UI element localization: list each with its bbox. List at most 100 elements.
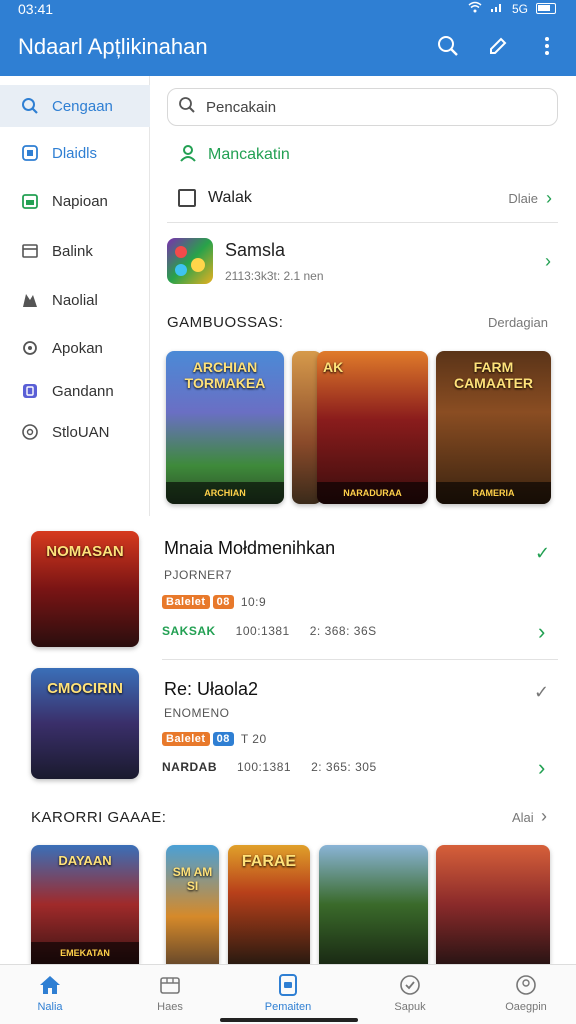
filter-label: Walak	[208, 189, 252, 206]
game-meta-2: 2: 368: 36S	[309, 624, 377, 638]
more-vert-icon[interactable]	[533, 32, 561, 60]
game-card[interactable]: AK NARADURAA	[317, 351, 428, 504]
game-meta-2: 2: 365: 305	[311, 760, 377, 774]
sidebar-item-label: Naolial	[52, 291, 98, 309]
nav-item-nalia[interactable]: Nalia	[10, 973, 90, 1013]
check-icon[interactable]: ✓	[534, 682, 549, 703]
sidebar-item-balink[interactable]: Balink	[0, 230, 150, 272]
game-card-title: FARM CAMAATER	[453, 359, 534, 391]
game-title[interactable]: Re: Ułaola2	[164, 679, 258, 700]
game-code: PJORNER7	[164, 568, 233, 582]
game-label: SAKSAK	[162, 624, 216, 638]
home-icon	[38, 973, 62, 997]
game-thumb-title: NOMASAN	[46, 543, 124, 560]
sidebar-item-naolial[interactable]: Naolial	[0, 279, 150, 321]
nav-item-pemaiten[interactable]: Pemaiten	[248, 973, 328, 1013]
chevron-right-icon[interactable]: ›	[538, 755, 545, 781]
chevron-right-icon: ›	[546, 187, 552, 208]
sidebar-item-label: Dlaidls	[52, 144, 98, 162]
game-badges: Balelet 08 T 20	[162, 732, 267, 746]
user-row[interactable]: Mancakatin	[178, 142, 569, 168]
check-icon[interactable]: ✓	[535, 543, 550, 564]
nav-label: Oaegpin	[505, 1001, 547, 1013]
person-icon	[178, 143, 198, 168]
featured-app-subtitle: 2113:3k3t: 2.1 nen	[225, 268, 324, 283]
chevron-right-icon: ›	[541, 806, 547, 826]
apps-icon	[20, 143, 40, 163]
search-input[interactable]: Pencakain	[206, 99, 276, 116]
featured-app-row[interactable]: Samsla 2113:3k3t: 2.1 nen ›	[167, 236, 551, 286]
game-title[interactable]: Mnaia Mołdmenihkan	[164, 538, 335, 559]
tablet-icon	[276, 973, 300, 997]
sidebar-item-label: Napioan	[52, 192, 108, 210]
nav-label: Sapuk	[394, 1001, 426, 1013]
game-count: 10:9	[240, 595, 267, 609]
search-icon[interactable]	[434, 32, 462, 60]
sidebar-item-cengaan[interactable]: Cengaan	[0, 85, 150, 127]
game-card[interactable]: ARCHIAN TORMAKEA ARCHIAN	[166, 351, 284, 504]
app-bar: Ndaarl Apțlikinahan	[0, 20, 576, 76]
game-thumbnail[interactable]: NOMASAN	[31, 531, 139, 647]
gear-icon	[20, 338, 40, 358]
app-title: Ndaarl Apțlikinahan	[18, 34, 208, 59]
sidebar-item-label: StloUAN	[52, 423, 110, 441]
search-bar[interactable]: Pencakain	[167, 88, 558, 126]
featured-app-text: Samsla 2113:3k3t: 2.1 nen	[225, 240, 324, 283]
signal-icon	[490, 1, 504, 16]
filter-right-label: Dlaie	[508, 190, 538, 206]
chevron-right-icon[interactable]: ›	[538, 619, 545, 645]
battery-icon	[536, 3, 556, 14]
pencil-icon[interactable]	[484, 32, 512, 60]
filter-row[interactable]: Walak Dlaie ›	[178, 186, 552, 210]
game-card-caption: EMEKATAN	[31, 942, 139, 964]
sidebar-item-apokan[interactable]: Apokan	[0, 327, 150, 369]
divider	[162, 659, 558, 660]
game-thumbnail[interactable]: CMOCIRIN	[31, 668, 139, 779]
game-card-title: AK	[323, 359, 344, 375]
app-icon	[167, 238, 213, 284]
chevron-right-icon: ›	[545, 250, 551, 271]
game-card[interactable]: FARAE	[228, 845, 310, 964]
game-badge: 08	[212, 595, 234, 609]
nav-item-sapuk[interactable]: Sapuk	[370, 973, 450, 1013]
bottom-nav: Nalia Haes Pemaiten Sapuk Oaegpin	[0, 964, 576, 1024]
checkbox[interactable]	[178, 189, 196, 207]
divider	[167, 222, 558, 223]
sidebar-item-label: Cengaan	[52, 97, 113, 115]
badge-icon	[20, 381, 40, 401]
game-count: T 20	[240, 732, 267, 746]
section-more-link[interactable]: Alai	[512, 810, 534, 825]
game-meta: NARDAB 100:1381 2: 365: 305	[162, 760, 377, 774]
game-card[interactable]	[436, 845, 550, 964]
check-circle-icon	[398, 973, 422, 997]
game-card-caption: NARADURAA	[317, 482, 428, 504]
game-card[interactable]: SM AM SI	[166, 845, 219, 964]
game-badge: Balelet	[162, 595, 210, 609]
game-badges: Balelet 08 10:9	[162, 595, 266, 609]
nav-item-haes[interactable]: Haes	[130, 973, 210, 1013]
game-card-title: ARCHIAN TORMAKEA	[184, 359, 266, 391]
game-label: NARDAB	[162, 760, 217, 774]
game-card[interactable]: DAYAAN EMEKATAN	[31, 845, 139, 964]
game-card-caption: ARCHIAN	[166, 482, 284, 504]
sidebar-item-dlaidls[interactable]: Dlaidls	[0, 132, 150, 174]
game-card-title: SM AM SI	[172, 865, 213, 893]
sidebar-item-gandann[interactable]: Gandann	[0, 370, 150, 412]
game-code: ENOMENO	[164, 706, 230, 720]
user-row-label: Mancakatin	[208, 146, 290, 163]
nav-item-oaegpin[interactable]: Oaegpin	[486, 973, 566, 1013]
game-card[interactable]	[319, 845, 428, 964]
section-title: KARORRI GAAAE:	[31, 809, 167, 826]
game-card-title: FARAE	[241, 853, 297, 870]
section-title: GAMBUOSSAS:	[167, 314, 284, 331]
sidebar-item-napioan[interactable]: Napioan	[0, 180, 150, 222]
game-card-title: DAYAAN	[58, 853, 112, 868]
game-card-caption: RAMERIA	[436, 482, 551, 504]
sidebar-item-stloman[interactable]: StloUAN	[0, 411, 150, 453]
section-more-link[interactable]: Derdagian	[488, 315, 548, 330]
game-badge: 08	[212, 732, 234, 746]
game-card[interactable]: FARM CAMAATER RAMERIA	[436, 351, 551, 504]
home-indicator[interactable]	[220, 1018, 358, 1022]
person-circle-icon	[514, 973, 538, 997]
info-icon	[20, 422, 40, 442]
